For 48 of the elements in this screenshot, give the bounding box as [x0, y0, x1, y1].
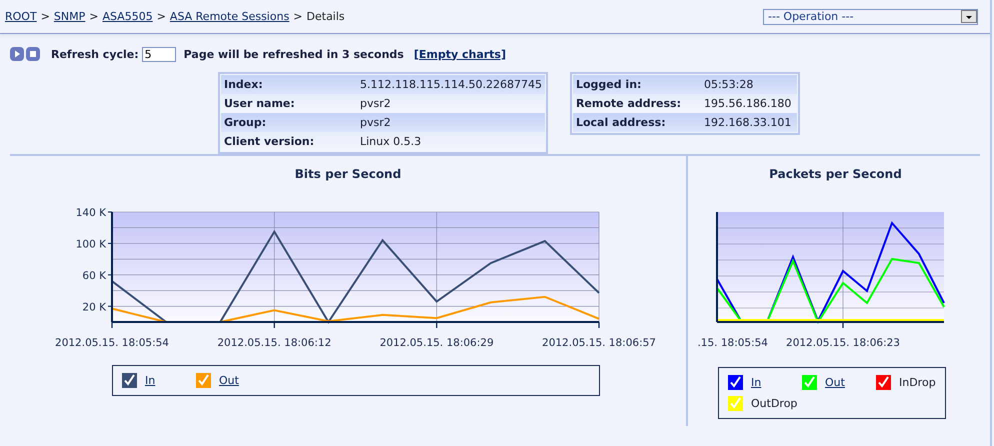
chart-title: Bits per Second — [294, 167, 402, 183]
info-value: 05:53:28 — [700, 75, 797, 94]
breadcrumb-separator: > — [293, 10, 303, 23]
breadcrumb-current: Details — [306, 10, 345, 23]
info-value: 192.168.33.101 — [700, 113, 797, 132]
legend-checkbox[interactable] — [728, 375, 743, 390]
legend-checkbox[interactable] — [196, 373, 211, 388]
info-value: 5.112.118.115.114.50.22687745 — [357, 75, 545, 94]
breadcrumb-link[interactable]: ASA5505 — [102, 10, 153, 23]
refresh-cycle-label: Refresh cycle: — [51, 48, 139, 60]
empty-charts-link[interactable]: [Empty charts] — [414, 48, 506, 60]
breadcrumb-separator: > — [156, 10, 166, 23]
legend-label: InDrop — [899, 376, 936, 389]
legend-link[interactable]: Out — [825, 376, 845, 389]
chart-title: Packets per Second — [768, 167, 903, 183]
legend-link[interactable]: In — [751, 376, 762, 389]
play-button[interactable] — [10, 47, 24, 61]
legend-link[interactable]: In — [145, 374, 156, 387]
legend-checkbox[interactable] — [802, 375, 817, 390]
info-label: Index: — [221, 75, 357, 94]
legend-checkbox[interactable] — [876, 375, 891, 390]
y-tick-label: 60 K — [82, 270, 106, 282]
x-tick-label: 2012.05.15. 18:05:54 — [55, 337, 169, 349]
legend-checkbox[interactable] — [728, 396, 743, 411]
info-value: pvsr2 — [357, 113, 545, 132]
x-tick-label: 2012.05.15. 18:06:57 — [542, 337, 656, 349]
breadcrumb-link[interactable]: SNMP — [54, 10, 86, 23]
x-tick-label: .15. 18:05:54 — [697, 337, 768, 349]
x-tick-label: 2012.05.15. 18:06:29 — [380, 337, 494, 349]
info-label: Group: — [221, 113, 357, 132]
legend-checkbox[interactable] — [122, 373, 137, 388]
info-label: Local address: — [572, 113, 701, 132]
breadcrumb-link[interactable]: ROOT — [5, 10, 37, 23]
operation-dropdown[interactable]: --- Operation --- — [763, 8, 978, 24]
x-tick-label: 2012.05.15. 18:06:12 — [217, 337, 332, 349]
info-label: Logged in: — [572, 75, 701, 94]
x-tick-label: 2012.05.15. 18:06:23 — [786, 337, 900, 349]
legend-label: OutDrop — [751, 397, 798, 410]
refresh-status-text: Page will be refreshed in 3 seconds — [184, 48, 404, 60]
y-tick-label: 140 K — [76, 207, 106, 219]
breadcrumb-link[interactable]: ASA Remote Sessions — [170, 10, 290, 23]
refresh-cycle-field[interactable]: 5 — [142, 46, 176, 62]
breadcrumb-separator: > — [40, 10, 50, 23]
legend-link[interactable]: Out — [219, 374, 239, 387]
breadcrumb-separator: > — [89, 10, 98, 23]
y-tick-label: 20 K — [82, 301, 106, 314]
stop-button[interactable] — [26, 47, 40, 61]
y-tick-label: 100 K — [76, 238, 106, 250]
